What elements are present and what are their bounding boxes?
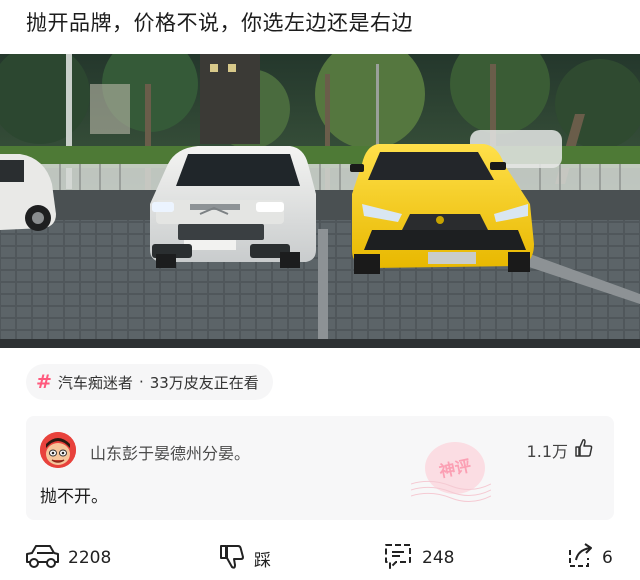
bottom-action-bar: 2208 踩 248 6: [0, 538, 640, 580]
commenter-name[interactable]: 山东彭于晏德州分晏。: [90, 440, 250, 464]
hashtag-icon: #: [36, 371, 52, 393]
comment-icon: [382, 542, 414, 575]
comment-button[interactable]: 248: [382, 538, 454, 578]
car-icon: [24, 542, 60, 575]
comment-text: 抛不开。: [40, 487, 108, 507]
like-count: 1.1万: [526, 442, 568, 461]
topic-chip[interactable]: # 汽车痴迷者 · 33万皮友正在看: [26, 364, 273, 400]
share-count: 2208: [68, 548, 112, 568]
post-image[interactable]: [0, 54, 640, 348]
dislike-button[interactable]: 踩: [218, 538, 271, 578]
share-icon: [566, 542, 594, 575]
last-action-count: 6: [602, 548, 613, 568]
thumbs-down-icon: [218, 542, 246, 575]
avatar[interactable]: [40, 432, 76, 468]
more-share-button[interactable]: 6: [566, 538, 613, 578]
comment-like-button[interactable]: 1.1万: [527, 438, 594, 462]
cars-photo: [0, 54, 640, 348]
topic-separator: ·: [138, 373, 144, 391]
thumbs-up-icon: [574, 438, 594, 462]
post-title: 抛开品牌，价格不说，你选左边还是右边: [26, 11, 413, 35]
topic-viewers: 33万皮友正在看: [149, 373, 259, 392]
god-comment-stamp: 神评: [410, 438, 492, 508]
topic-name: 汽车痴迷者: [57, 373, 133, 392]
dislike-label: 踩: [254, 550, 271, 571]
share-button[interactable]: 2208: [24, 538, 111, 578]
top-comment-card[interactable]: 山东彭于晏德州分晏。 神评 1.1万 抛不开。: [26, 416, 614, 520]
comment-count: 248: [422, 548, 455, 568]
